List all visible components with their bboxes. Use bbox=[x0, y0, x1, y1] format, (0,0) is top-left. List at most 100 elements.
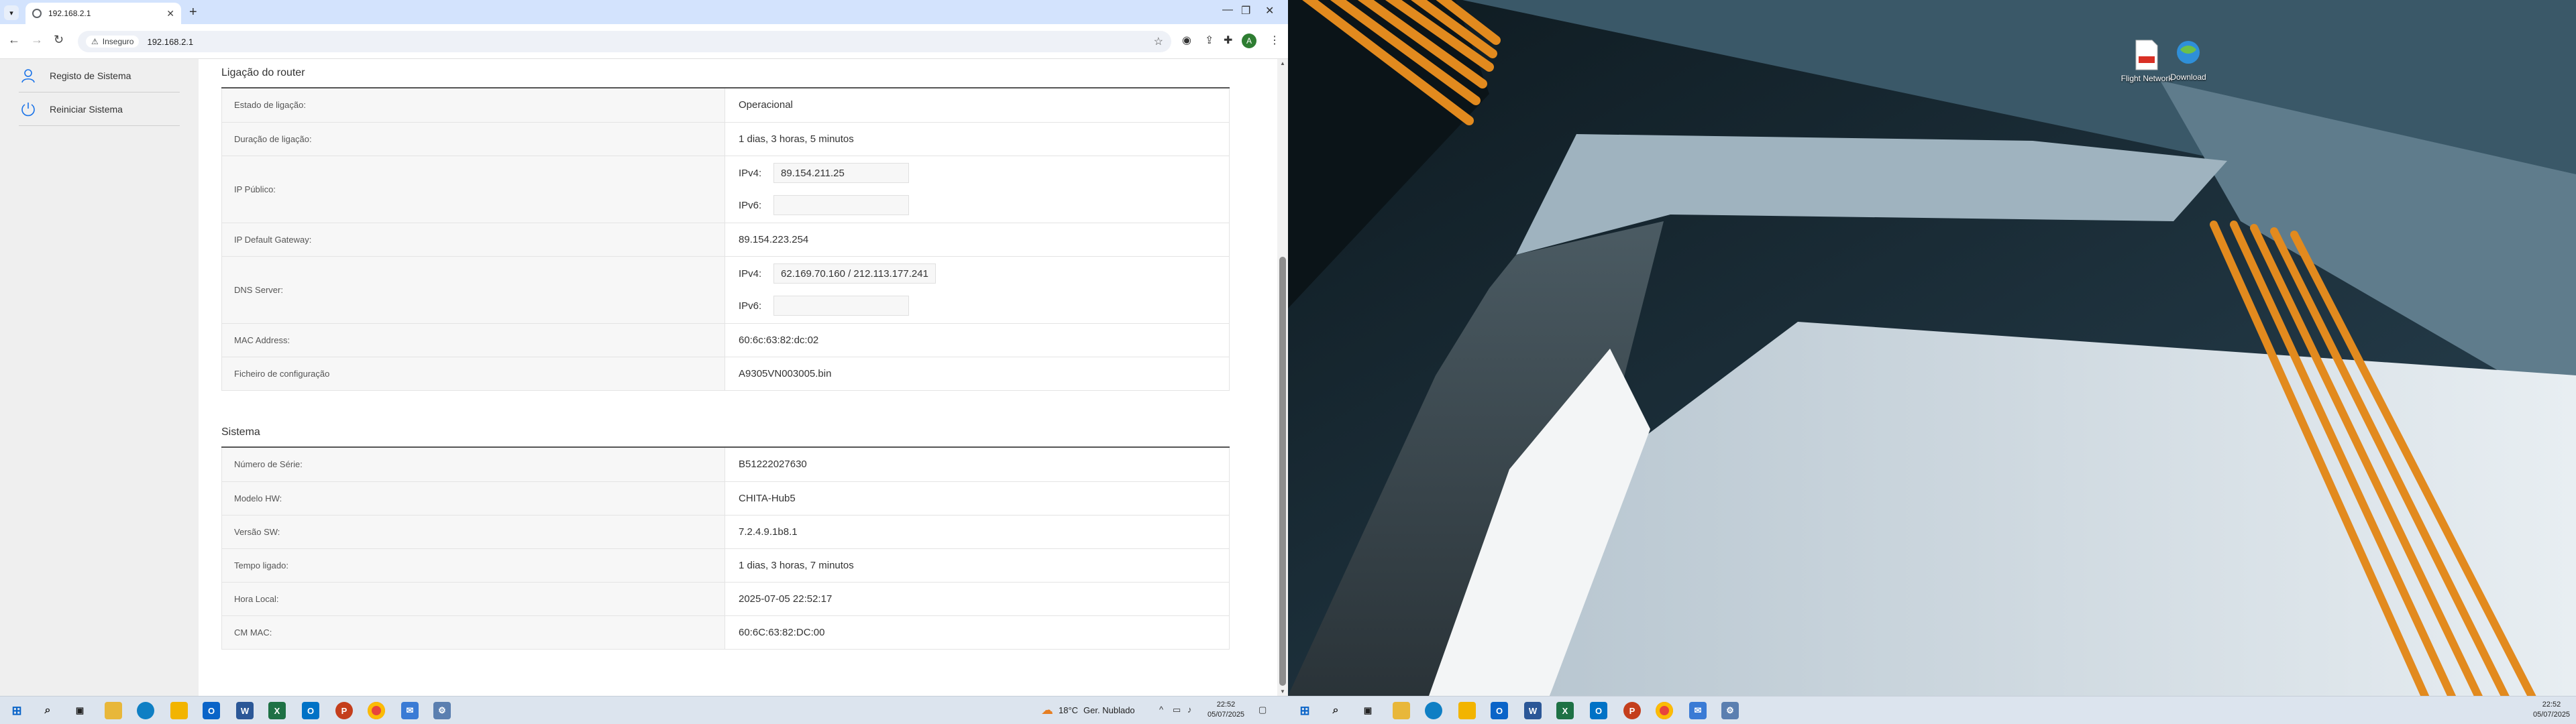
tab-search-icon[interactable]: ▾ bbox=[4, 5, 19, 20]
search-icon[interactable]: ⌕ bbox=[1327, 702, 1344, 719]
router-page: Registo de Sistema Reiniciar Sistema Lig… bbox=[0, 59, 1288, 696]
store-icon[interactable] bbox=[1458, 702, 1476, 719]
table-row: Ficheiro de configuração A9305VN003005.b… bbox=[221, 357, 1230, 391]
outlook-new-icon[interactable]: O bbox=[302, 702, 319, 719]
warning-icon: ⚠ bbox=[91, 37, 99, 46]
row-key: DNS Server: bbox=[221, 256, 725, 324]
new-tab-icon[interactable]: + bbox=[189, 5, 197, 20]
chrome-icon[interactable] bbox=[368, 702, 385, 719]
ipv6-label: IPv6: bbox=[739, 300, 762, 312]
windows-start-icon[interactable]: ⊞ bbox=[1296, 702, 1313, 719]
globe-shortcut-icon bbox=[2175, 38, 2202, 70]
edge-icon[interactable] bbox=[1425, 702, 1442, 719]
table-row: Tempo ligado: 1 dias, 3 horas, 7 minutos bbox=[221, 548, 1230, 583]
scrollbar-thumb[interactable] bbox=[1279, 257, 1286, 686]
task-view-icon[interactable]: ▣ bbox=[1359, 702, 1377, 719]
system-clock[interactable]: 22:52 05/07/2025 bbox=[2533, 700, 2570, 720]
sidebar-item-label: Reiniciar Sistema bbox=[50, 103, 123, 115]
row-key: Duração de ligação: bbox=[221, 122, 725, 156]
word-icon[interactable]: W bbox=[236, 702, 254, 719]
security-chip[interactable]: ⚠ Inseguro bbox=[86, 36, 140, 48]
edge-icon[interactable] bbox=[137, 702, 154, 719]
notification-icon[interactable]: ▢ bbox=[1258, 705, 1267, 715]
ipv4-label: IPv4: bbox=[739, 267, 762, 280]
section-title-router: Ligação do router bbox=[221, 67, 305, 78]
ipv6-line: IPv6: bbox=[739, 194, 1229, 217]
table-row: IP Público: IPv4: 89.154.211.25 IPv6: bbox=[221, 156, 1230, 223]
dns-ipv4-line: IPv4: 62.169.70.160 / 212.113.177.241 bbox=[739, 262, 1229, 285]
url-text[interactable]: 192.168.2.1 bbox=[147, 37, 193, 47]
table-row: DNS Server: IPv4: 62.169.70.160 / 212.11… bbox=[221, 256, 1230, 324]
table-row: CM MAC: 60:6C:63:82:DC:00 bbox=[221, 615, 1230, 650]
tab-title: 192.168.2.1 bbox=[48, 9, 91, 18]
mail-icon[interactable]: ✉ bbox=[1689, 702, 1707, 719]
row-value-ip: IPv4: 89.154.211.25 IPv6: bbox=[724, 156, 1230, 223]
maximize-icon[interactable]: ❐ bbox=[1241, 4, 1250, 17]
scroll-down-icon[interactable]: ▼ bbox=[1280, 688, 1285, 695]
network-icon[interactable]: ▭ bbox=[1173, 705, 1181, 715]
mail-icon[interactable]: ✉ bbox=[401, 702, 419, 719]
search-icon[interactable]: ⌕ bbox=[39, 702, 56, 719]
power-icon bbox=[19, 100, 38, 119]
back-icon[interactable]: ← bbox=[8, 33, 20, 47]
system-clock[interactable]: 22:52 05/07/2025 bbox=[1208, 700, 1244, 720]
row-value: 60:6c:63:82:dc:02 bbox=[724, 323, 1230, 357]
address-bar[interactable]: ⚠ Inseguro 192.168.2.1 ☆ bbox=[78, 31, 1171, 52]
ipv4-label: IPv4: bbox=[739, 167, 762, 179]
browser-tab[interactable]: 192.168.2.1 ✕ bbox=[25, 3, 181, 24]
row-key: MAC Address: bbox=[221, 323, 725, 357]
extension-icon[interactable]: ◉ bbox=[1182, 34, 1191, 47]
outlook-icon[interactable]: O bbox=[203, 702, 220, 719]
powerpoint-icon[interactable]: P bbox=[335, 702, 353, 719]
row-key: IP Default Gateway: bbox=[221, 223, 725, 257]
table-row: Estado de ligação: Operacional bbox=[221, 88, 1230, 123]
puzzle-icon[interactable]: ✚ bbox=[1224, 34, 1232, 47]
ipv4-line: IPv4: 89.154.211.25 bbox=[739, 162, 1229, 184]
security-label: Inseguro bbox=[102, 37, 134, 46]
section-title-system: Sistema bbox=[221, 426, 260, 438]
file-explorer-icon[interactable] bbox=[105, 702, 122, 719]
scroll-up-icon[interactable]: ▲ bbox=[1280, 60, 1285, 66]
sidebar-item-restart[interactable]: Reiniciar Sistema bbox=[19, 93, 180, 126]
outlook-icon[interactable]: O bbox=[1491, 702, 1508, 719]
weather-widget[interactable]: ☁ 18°C Ger. Nublado bbox=[1041, 703, 1135, 717]
chrome-icon[interactable] bbox=[1656, 702, 1673, 719]
clock-time: 22:52 bbox=[1216, 701, 1236, 709]
dns-ipv6-field bbox=[773, 296, 909, 316]
desktop-icon-label: Download bbox=[2170, 72, 2206, 82]
network-app-icon[interactable]: ⚙ bbox=[433, 702, 451, 719]
window-close-icon[interactable]: ✕ bbox=[1265, 4, 1274, 17]
file-explorer-icon[interactable] bbox=[1393, 702, 1410, 719]
page-scrollbar[interactable]: ▲ ▼ bbox=[1277, 59, 1288, 696]
task-view-icon[interactable]: ▣ bbox=[71, 702, 89, 719]
store-icon[interactable] bbox=[170, 702, 188, 719]
menu-kebab-icon[interactable]: ⋮ bbox=[1269, 34, 1280, 47]
tray-chevron-icon[interactable]: ^ bbox=[1159, 705, 1163, 715]
outlook-new-icon[interactable]: O bbox=[1590, 702, 1607, 719]
network-app-icon[interactable]: ⚙ bbox=[1721, 702, 1739, 719]
desktop-icon-download[interactable]: Download bbox=[2161, 38, 2215, 82]
forward-icon[interactable]: → bbox=[31, 33, 43, 47]
right-monitor-desktop: Flight Network Download ⊞ ⌕ ▣ O W X O P … bbox=[1288, 0, 2576, 724]
excel-icon[interactable]: X bbox=[268, 702, 286, 719]
system-info-table: Número de Série: B51222027630 Modelo HW:… bbox=[221, 448, 1230, 650]
powerpoint-icon[interactable]: P bbox=[1623, 702, 1641, 719]
volume-icon[interactable]: ♪ bbox=[1187, 705, 1192, 715]
row-value: CHITA-Hub5 bbox=[724, 481, 1230, 516]
row-key: Número de Série: bbox=[221, 448, 725, 482]
excel-icon[interactable]: X bbox=[1556, 702, 1574, 719]
word-icon[interactable]: W bbox=[1524, 702, 1542, 719]
profile-avatar[interactable]: A bbox=[1242, 34, 1256, 48]
row-value: 1 dias, 3 horas, 5 minutos bbox=[724, 122, 1230, 156]
row-value: 7.2.4.9.1b8.1 bbox=[724, 515, 1230, 549]
reload-icon[interactable]: ↻ bbox=[54, 33, 64, 47]
sidebar-item-label: Registo de Sistema bbox=[50, 70, 131, 81]
share-icon[interactable]: ⇪ bbox=[1205, 34, 1214, 47]
bookmark-star-icon[interactable]: ☆ bbox=[1154, 35, 1163, 48]
sidebar-item-system-log[interactable]: Registo de Sistema bbox=[19, 59, 180, 93]
row-value: 60:6C:63:82:DC:00 bbox=[724, 615, 1230, 650]
minimize-icon[interactable]: — bbox=[1222, 4, 1233, 16]
tab-close-icon[interactable]: ✕ bbox=[166, 8, 174, 19]
windows-start-icon[interactable]: ⊞ bbox=[8, 702, 25, 719]
row-value: 2025-07-05 22:52:17 bbox=[724, 582, 1230, 616]
